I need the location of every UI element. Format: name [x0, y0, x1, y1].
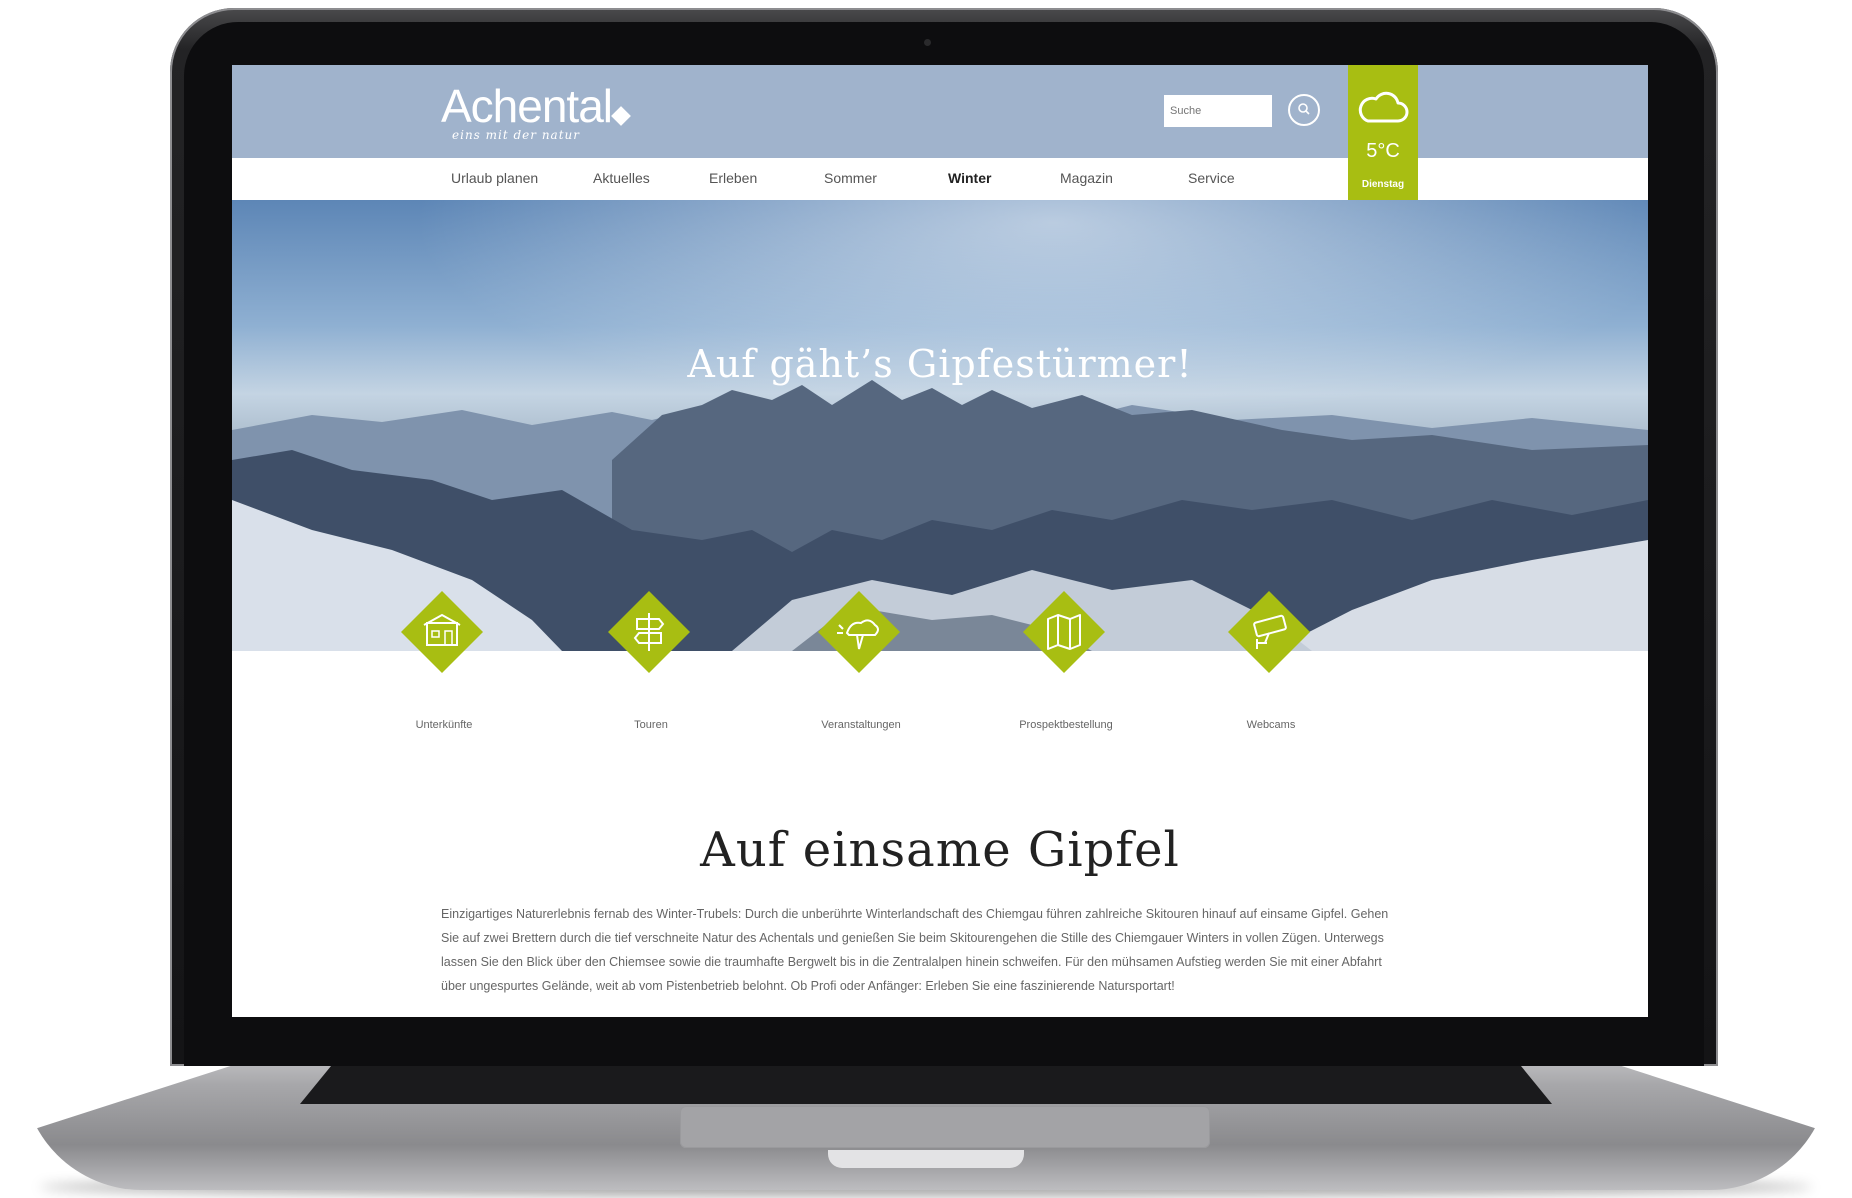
weather-day: Dienstag — [1361, 179, 1405, 190]
feature-label: Veranstaltungen — [821, 719, 901, 731]
brochure-icon — [1047, 614, 1081, 650]
content-text: Einzigartiges Naturerlebnis fernab des W… — [441, 907, 1389, 993]
site-header: Achental eins mit der natur — [232, 65, 1648, 158]
search-input[interactable] — [1164, 95, 1272, 127]
event-icon — [837, 619, 879, 650]
nav-item-winter[interactable]: Winter — [948, 170, 991, 186]
feature-unterkuenfte[interactable]: Unterkünfte — [374, 590, 514, 745]
hero-title: Auf gäht’s Gipfestürmer! — [687, 342, 1193, 386]
site-tagline: eins mit der natur — [452, 128, 580, 142]
house-icon — [423, 613, 461, 646]
hero-banner: Auf gäht’s Gipfestürmer! — [232, 200, 1648, 651]
site-logo[interactable]: Achental — [441, 79, 613, 133]
laptop-screen: Achental eins mit der natur Urlaub plane… — [232, 65, 1648, 1017]
cloud-icon — [1358, 91, 1409, 123]
weather-temperature: 5°C — [1366, 140, 1400, 162]
nav-item-urlaub-planen[interactable]: Urlaub planen — [451, 170, 538, 186]
feature-label: Touren — [634, 719, 668, 731]
content-title: Auf einsame Gipfel — [700, 822, 1180, 878]
feature-label: Webcams — [1246, 719, 1296, 731]
signpost-icon — [633, 613, 665, 651]
main-navigation: Urlaub planen Aktuelles Erleben Sommer W… — [232, 158, 1648, 200]
feature-touren[interactable]: Touren — [581, 590, 721, 745]
laptop-trackpad — [680, 1106, 1210, 1148]
nav-item-magazin[interactable]: Magazin — [1060, 170, 1113, 186]
search-button[interactable] — [1288, 94, 1320, 126]
feature-prospektbestellung[interactable]: Prospektbestellung — [996, 590, 1136, 745]
nav-item-aktuelles[interactable]: Aktuelles — [593, 170, 650, 186]
nav-item-erleben[interactable]: Erleben — [709, 170, 757, 186]
feature-veranstaltungen[interactable]: Veranstaltungen — [791, 590, 931, 745]
weather-widget[interactable]: 5°C Dienstag — [1348, 65, 1418, 200]
feature-label: Prospektbestellung — [1019, 719, 1113, 731]
feature-links: Unterkünfte Touren Veranstaltungen Prosp… — [232, 590, 1648, 735]
logo-heart-icon — [611, 106, 631, 126]
search-icon — [1298, 103, 1310, 115]
laptop-camera — [924, 39, 931, 46]
camera-icon — [1253, 614, 1287, 649]
laptop-notch — [828, 1150, 1024, 1168]
nav-item-service[interactable]: Service — [1188, 170, 1235, 186]
mountain-landscape-image — [232, 200, 1648, 651]
feature-webcams[interactable]: Webcams — [1201, 590, 1341, 745]
nav-item-sommer[interactable]: Sommer — [824, 170, 877, 186]
feature-label: Unterkünfte — [415, 719, 473, 731]
